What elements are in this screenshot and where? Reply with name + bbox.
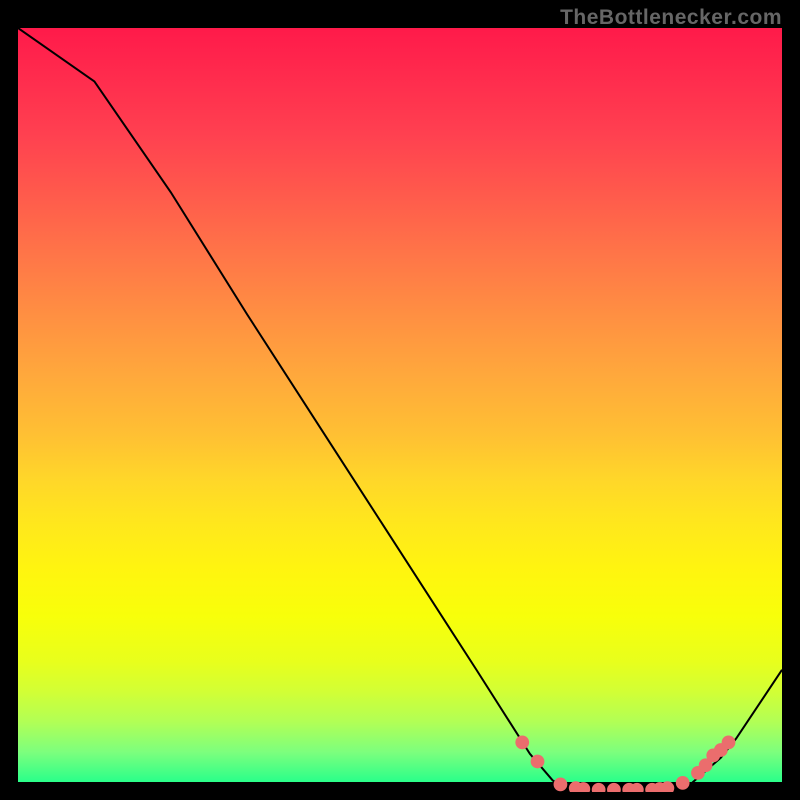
marker-point [592,783,606,792]
chart-line [18,28,782,790]
marker-point [554,777,568,791]
marker-point [531,755,545,769]
marker-point [515,735,529,749]
chart-container: TheBottlenecker.com [0,0,800,800]
marker-point [607,783,621,792]
chart-markers [515,735,735,792]
chart-svg [18,28,782,792]
marker-point [676,776,690,790]
plot-area [18,28,782,782]
marker-point [722,735,736,749]
watermark-text: TheBottlenecker.com [560,6,782,30]
